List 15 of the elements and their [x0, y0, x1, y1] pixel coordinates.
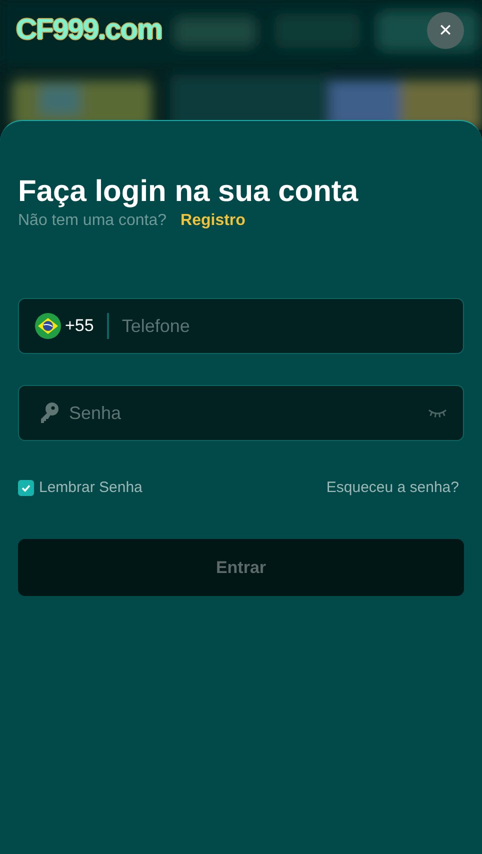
- eye-closed-icon[interactable]: [428, 408, 447, 418]
- phone-input[interactable]: Telefone: [122, 316, 447, 336]
- flag-icon: [35, 313, 61, 339]
- phone-field[interactable]: +55 Telefone: [18, 298, 464, 354]
- logo[interactable]: CF999.com: [16, 14, 162, 47]
- remember-label: Lembrar Senha: [39, 479, 142, 496]
- password-input[interactable]: Senha: [69, 402, 428, 424]
- subtitle: Não tem uma conta?: [18, 212, 167, 230]
- forgot-password-link[interactable]: Esqueceu a senha?: [326, 479, 459, 496]
- remember-checkbox[interactable]: [18, 480, 34, 496]
- register-link[interactable]: Registro: [180, 212, 246, 230]
- country-code: +55: [65, 316, 94, 336]
- title: Faça login na sua conta: [18, 174, 358, 210]
- password-field[interactable]: Senha: [18, 385, 464, 441]
- key-icon: [39, 402, 59, 424]
